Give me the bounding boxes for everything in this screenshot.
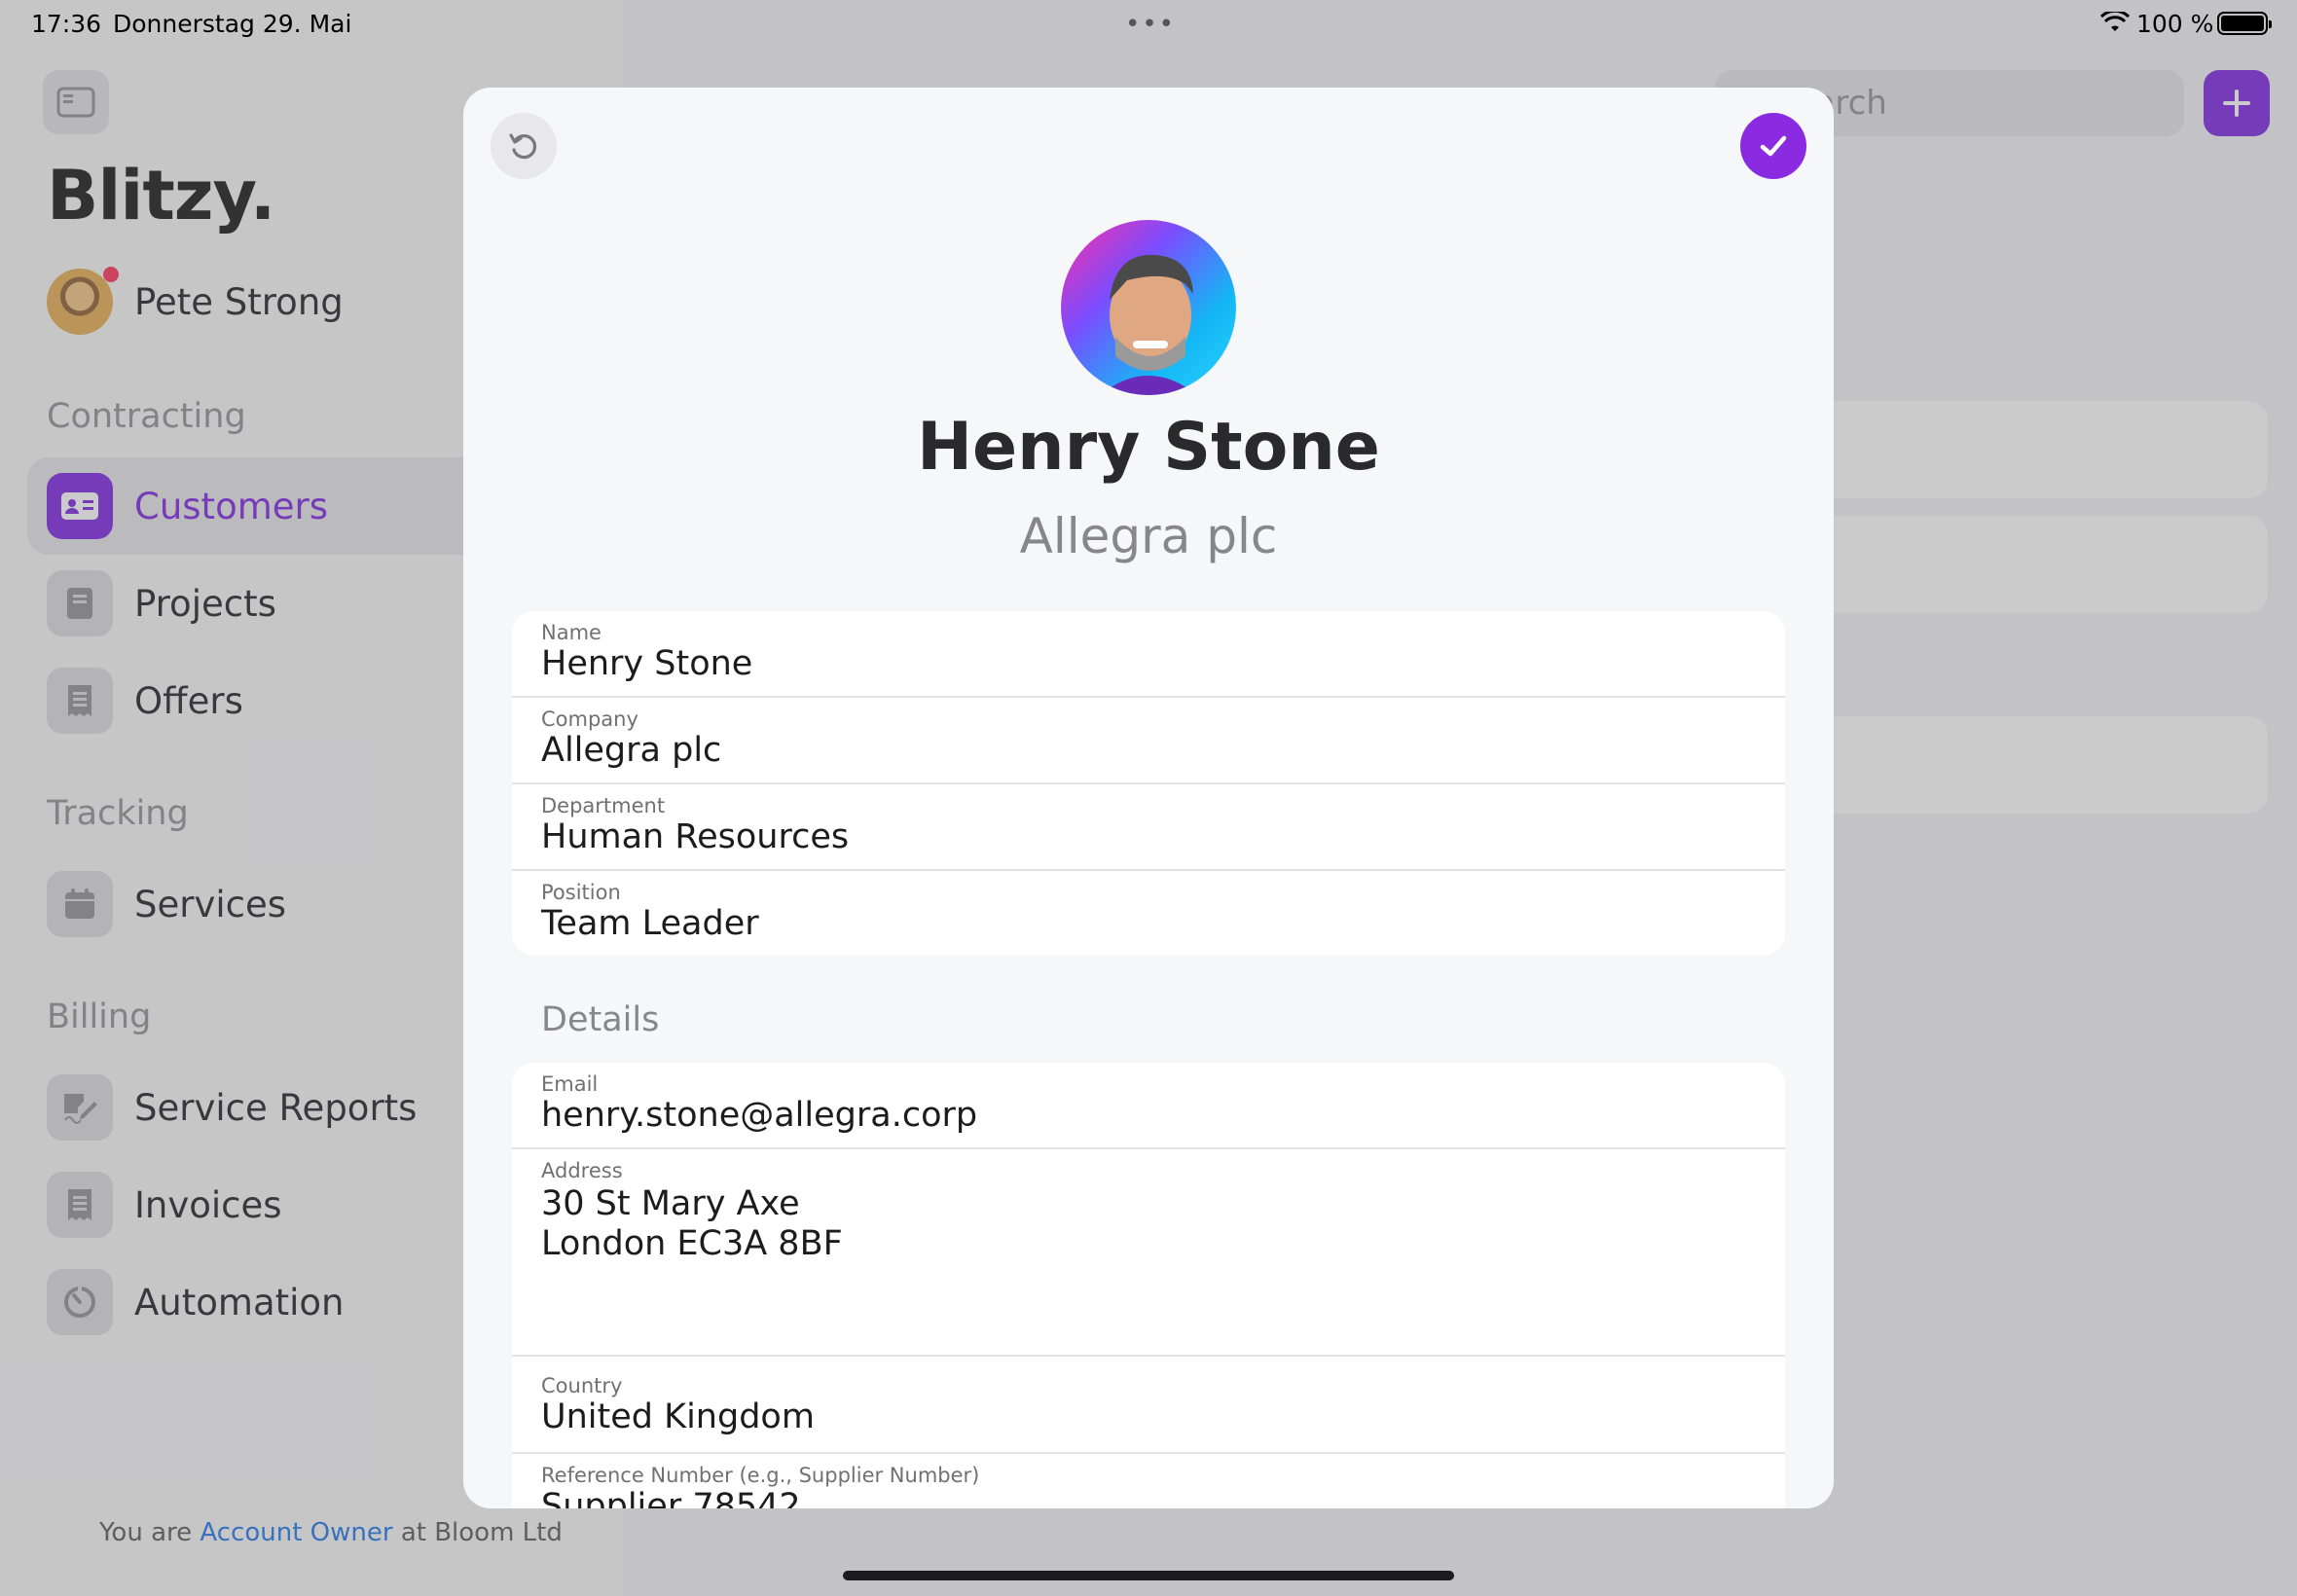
person-photo-icon <box>1100 254 1197 395</box>
details-section-title: Details <box>541 1000 660 1039</box>
contact-photo[interactable] <box>1061 220 1236 395</box>
contact-name-heading: Henry Stone <box>917 409 1380 486</box>
address-line-2[interactable]: London EC3A 8BF <box>541 1224 843 1264</box>
field-value[interactable]: Team Leader <box>541 904 759 944</box>
country-field[interactable]: Country United Kingdom <box>512 1357 1785 1454</box>
edit-contact-sheet: Henry Stone Allegra plc Name Henry Stone… <box>463 88 1834 1508</box>
undo-button[interactable] <box>491 113 557 179</box>
company-field[interactable]: Company Allegra plc <box>512 698 1785 784</box>
field-label: Company <box>541 707 638 731</box>
checkmark-icon <box>1760 135 1787 157</box>
done-button[interactable] <box>1740 113 1806 179</box>
status-bar: 17:36 Donnerstag 29. Mai ••• 100 % <box>0 0 2297 47</box>
multitasking-dots[interactable]: ••• <box>1125 10 1176 39</box>
field-value[interactable]: Allegra plc <box>541 731 721 771</box>
field-label: Email <box>541 1072 599 1096</box>
field-label: Country <box>541 1374 623 1397</box>
email-field[interactable]: Email henry.stone@allegra.corp <box>512 1063 1785 1149</box>
field-label: Reference Number (e.g., Supplier Number) <box>541 1464 980 1487</box>
home-indicator[interactable] <box>843 1571 1454 1580</box>
name-field[interactable]: Name Henry Stone <box>512 611 1785 698</box>
contact-company-subheading: Allegra plc <box>1019 508 1278 564</box>
status-date: Donnerstag 29. Mai <box>113 10 352 38</box>
field-label: Name <box>541 621 602 644</box>
field-label: Position <box>541 881 621 904</box>
field-label: Address <box>541 1159 623 1182</box>
status-time: 17:36 <box>31 10 102 38</box>
battery-icon <box>2217 12 2272 35</box>
field-value[interactable]: Supplier 78542 <box>541 1487 801 1508</box>
field-label: Department <box>541 794 666 817</box>
field-value[interactable]: Henry Stone <box>541 644 752 684</box>
wifi-icon <box>2100 12 2130 31</box>
field-value[interactable]: Human Resources <box>541 817 849 857</box>
address-line-1[interactable]: 30 St Mary Axe <box>541 1184 800 1224</box>
field-value[interactable]: United Kingdom <box>541 1397 815 1437</box>
department-field[interactable]: Department Human Resources <box>512 784 1785 871</box>
position-field[interactable]: Position Team Leader <box>512 871 1785 956</box>
field-value[interactable]: henry.stone@allegra.corp <box>541 1096 977 1136</box>
details-card: Email henry.stone@allegra.corp Address 3… <box>512 1063 1785 1508</box>
undo-icon <box>509 133 536 160</box>
basic-info-card: Name Henry Stone Company Allegra plc Dep… <box>512 611 1785 956</box>
reference-number-field[interactable]: Reference Number (e.g., Supplier Number)… <box>512 1454 1785 1508</box>
battery-percent: 100 % <box>2136 10 2214 38</box>
address-field[interactable]: Address 30 St Mary Axe London EC3A 8BF <box>512 1149 1785 1357</box>
